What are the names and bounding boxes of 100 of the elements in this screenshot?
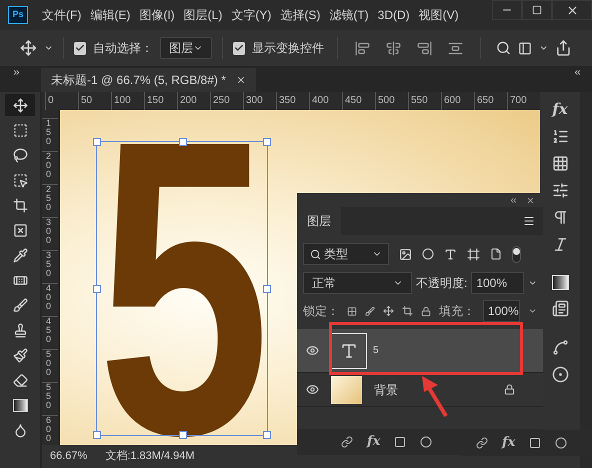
menu-item[interactable]: 图层(L) xyxy=(184,6,222,24)
gradient-icon[interactable] xyxy=(552,275,568,290)
type-icon xyxy=(340,342,358,360)
layer-name: 背景 xyxy=(374,382,398,398)
move-icon xyxy=(12,98,28,112)
menu-item[interactable]: 文件(F) xyxy=(42,6,82,24)
paintbrush-icon xyxy=(12,348,28,362)
ruler-label: 300 xyxy=(46,218,51,245)
properties-icon[interactable] xyxy=(552,300,568,317)
menu-item[interactable]: 文字(Y) xyxy=(231,6,272,24)
eyedropper-icon xyxy=(12,248,28,262)
adjustment-icon[interactable] xyxy=(420,436,432,448)
mask-icon[interactable] xyxy=(529,437,542,449)
lock-pixels-icon[interactable] xyxy=(347,306,358,316)
history-icon[interactable] xyxy=(552,128,568,145)
gradient-icon xyxy=(12,398,28,412)
show-transform-label: 显示变换控件 xyxy=(252,40,324,57)
selection-icon xyxy=(12,172,28,188)
close-icon xyxy=(236,75,246,85)
fill-label: 填充： xyxy=(438,303,475,320)
frame-icon xyxy=(12,222,28,238)
filter-dropdown[interactable]: 类型 xyxy=(303,243,389,265)
ruler-label: 200 xyxy=(46,152,51,179)
opacity-field[interactable]: 100% xyxy=(471,272,524,294)
auto-select-label: 自动选择： xyxy=(93,40,154,57)
paths-icon[interactable] xyxy=(552,339,568,356)
align-left-icon[interactable] xyxy=(355,40,370,56)
ruler-label: 150 xyxy=(46,119,51,146)
document-size: 文档:1.83M/4.94M xyxy=(105,448,195,464)
menu-item[interactable]: 滤镜(T) xyxy=(329,6,369,24)
search-icon[interactable] xyxy=(496,40,511,56)
menu-item[interactable]: 编辑(E) xyxy=(90,6,130,24)
layer-name: 5 xyxy=(373,344,379,358)
lock-label: 锁定： xyxy=(303,303,339,320)
adjustment-icon[interactable] xyxy=(555,437,568,449)
adjustment-filter-icon[interactable] xyxy=(422,248,434,260)
channels-icon[interactable] xyxy=(552,366,568,383)
tool-button[interactable] xyxy=(5,94,35,116)
shape-filter-icon[interactable] xyxy=(467,248,480,260)
styles-button[interactable]: fx xyxy=(552,100,568,118)
close-button[interactable] xyxy=(552,0,592,20)
menu-item[interactable]: 视图(V) xyxy=(418,6,459,24)
layer-row[interactable]: 5 xyxy=(297,329,543,373)
close-icon[interactable] xyxy=(526,196,535,204)
sliders-icon[interactable] xyxy=(552,182,568,199)
auto-select-dropdown[interactable]: 图层 xyxy=(160,37,212,59)
swatches-icon[interactable] xyxy=(552,155,568,172)
menu-item[interactable]: 3D(D) xyxy=(378,6,410,24)
opacity-label: 不透明度: xyxy=(416,275,468,292)
ruler-label: 350 xyxy=(46,251,51,278)
canvas-text[interactable]: 5 xyxy=(98,138,270,438)
crop-icon xyxy=(12,198,28,212)
filter-toggle[interactable] xyxy=(512,246,521,262)
visibility-icon[interactable] xyxy=(306,344,318,357)
collapse-icon[interactable] xyxy=(509,196,518,204)
smart-object-filter-icon[interactable] xyxy=(490,248,502,260)
lasso-icon xyxy=(12,148,28,162)
blend-mode-dropdown[interactable]: 正常 xyxy=(303,272,412,294)
layer-row[interactable]: 背景 xyxy=(297,373,543,407)
link-icon[interactable] xyxy=(476,437,488,449)
maximize-button[interactable] xyxy=(522,0,552,20)
ruler-label: 600 xyxy=(46,416,51,443)
maximize-icon xyxy=(532,5,542,15)
layers-tab[interactable]: 图层 xyxy=(297,207,341,235)
lock-paint-icon[interactable] xyxy=(365,306,376,316)
checkbox[interactable] xyxy=(74,42,86,54)
collapse-icon[interactable] xyxy=(573,68,582,77)
document-tab[interactable]: 未标题-1 @ 66.7% (5, RGB/8#) * xyxy=(41,68,256,92)
distribute-icon[interactable] xyxy=(448,40,464,56)
ruler-label: 550 xyxy=(46,383,51,410)
annotation-arrow xyxy=(420,376,450,418)
link-icon[interactable] xyxy=(341,436,353,448)
brush-icon xyxy=(12,298,28,312)
fill-field[interactable]: 100% xyxy=(482,300,520,322)
move-icon[interactable] xyxy=(20,39,37,57)
close-icon xyxy=(566,4,578,16)
search-icon xyxy=(310,248,321,260)
type-filter-icon[interactable] xyxy=(444,248,457,260)
zoom-level[interactable]: 66.67% xyxy=(50,448,88,465)
ruler-label: 500 xyxy=(46,350,51,377)
visibility-icon[interactable] xyxy=(306,383,318,396)
workspace-icon[interactable] xyxy=(518,40,532,56)
eraser-icon xyxy=(12,372,28,388)
image-filter-icon[interactable] xyxy=(399,248,412,260)
expand-icon[interactable] xyxy=(12,68,21,77)
fx-button[interactable]: fx xyxy=(502,433,516,453)
ruler-label: 400 xyxy=(46,284,51,311)
menu-item[interactable]: 选择(S) xyxy=(280,6,320,24)
layer-thumbnail xyxy=(331,376,362,404)
align-center-icon[interactable] xyxy=(386,40,402,56)
lock-icon[interactable] xyxy=(420,306,431,316)
align-right-icon[interactable] xyxy=(417,40,432,56)
lock-position-icon[interactable] xyxy=(383,305,394,317)
menu-icon[interactable] xyxy=(523,215,535,227)
menu-item[interactable]: 图像(I) xyxy=(139,6,175,24)
checkbox[interactable] xyxy=(233,42,246,54)
share-icon[interactable] xyxy=(555,39,572,57)
fx-button[interactable]: fx xyxy=(367,432,380,452)
mask-icon[interactable] xyxy=(394,436,406,448)
lock-artboard-icon[interactable] xyxy=(402,305,413,317)
